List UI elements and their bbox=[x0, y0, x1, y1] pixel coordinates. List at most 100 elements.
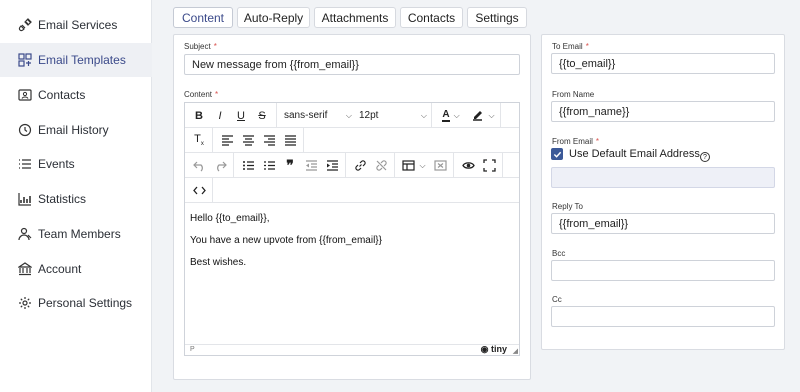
toolbar-divider bbox=[212, 128, 213, 153]
highlighter-icon bbox=[471, 108, 484, 124]
sidebar-item-email-templates[interactable]: Email Templates bbox=[0, 43, 152, 77]
sidebar-item-team-members[interactable]: Team Members bbox=[0, 217, 152, 251]
align-justify-button[interactable] bbox=[282, 131, 298, 150]
table-button[interactable]: ⌵ bbox=[400, 156, 428, 175]
content-paragraph: Hello {{to_email}}, bbox=[190, 213, 270, 224]
tab-auto-reply[interactable]: Auto-Reply bbox=[237, 7, 310, 28]
align-center-button[interactable] bbox=[240, 131, 256, 150]
clear-formatting-button[interactable]: Tx bbox=[191, 131, 207, 150]
toolbar-divider bbox=[394, 153, 395, 178]
sidebar-item-label: Statistics bbox=[38, 192, 87, 206]
plug-icon bbox=[18, 18, 32, 32]
chevron-down-icon: ⌵ bbox=[345, 110, 352, 120]
redo-button[interactable] bbox=[212, 156, 228, 175]
templates-icon bbox=[18, 53, 32, 67]
sidebar-item-account[interactable]: Account bbox=[0, 252, 152, 286]
sidebar-item-email-services[interactable]: Email Services bbox=[0, 8, 152, 42]
help-icon[interactable]: ? bbox=[700, 152, 710, 162]
numbered-list-button[interactable] bbox=[261, 156, 277, 175]
gear-icon bbox=[18, 296, 32, 310]
chevron-down-icon: ⌵ bbox=[488, 110, 495, 120]
text-color-button[interactable]: A ⌵ bbox=[437, 106, 465, 125]
reply-to-label: Reply To bbox=[552, 202, 583, 211]
bold-button[interactable]: B bbox=[191, 106, 207, 125]
to-email-field[interactable]: {{to_email}} bbox=[551, 53, 775, 74]
from-email-field bbox=[551, 167, 775, 188]
unlink-icon bbox=[375, 160, 387, 171]
toolbar-divider bbox=[453, 153, 454, 178]
element-path: P bbox=[190, 346, 195, 353]
font-family-select[interactable]: sans-serif ⌵ bbox=[284, 106, 352, 125]
cc-label: Cc bbox=[552, 295, 562, 304]
numbered-list-icon bbox=[263, 161, 275, 170]
bullet-list-icon bbox=[242, 161, 254, 170]
tab-contacts[interactable]: Contacts bbox=[400, 7, 463, 28]
remove-icon bbox=[433, 160, 447, 171]
eye-icon bbox=[461, 162, 475, 169]
fullscreen-button[interactable] bbox=[481, 156, 497, 175]
fullscreen-icon bbox=[482, 159, 496, 172]
cc-field[interactable] bbox=[551, 306, 775, 327]
editor-statusbar: P ◉ tiny ◢ bbox=[185, 344, 519, 355]
source-code-button[interactable] bbox=[191, 181, 207, 200]
sidebar-item-events[interactable]: Events bbox=[0, 147, 152, 181]
outdent-button[interactable] bbox=[303, 156, 319, 175]
team-icon bbox=[18, 227, 32, 241]
sidebar-item-label: Contacts bbox=[38, 88, 86, 102]
sidebar-item-email-history[interactable]: Email History bbox=[0, 113, 152, 147]
clear-table-button[interactable] bbox=[432, 156, 448, 175]
highlight-color-button[interactable]: ⌵ bbox=[469, 106, 497, 125]
history-icon bbox=[18, 123, 32, 137]
align-center-icon bbox=[242, 135, 254, 146]
check-icon bbox=[553, 151, 561, 158]
toolbar-row: ❞ ⌵ bbox=[185, 153, 519, 178]
toolbar-divider bbox=[276, 103, 277, 128]
settings-panel bbox=[541, 34, 785, 350]
content-label: Content * bbox=[184, 90, 219, 99]
toolbar-divider bbox=[303, 128, 304, 153]
reply-to-field[interactable]: {{from_email}} bbox=[551, 213, 775, 234]
blockquote-button[interactable]: ❞ bbox=[282, 156, 298, 175]
from-name-field[interactable]: {{from_name}} bbox=[551, 101, 775, 122]
font-size-select[interactable]: 12pt ⌵ bbox=[359, 106, 427, 125]
italic-button[interactable]: I bbox=[212, 106, 228, 125]
unlink-button[interactable] bbox=[373, 156, 389, 175]
undo-button[interactable] bbox=[191, 156, 207, 175]
sidebar-item-statistics[interactable]: Statistics bbox=[0, 182, 152, 216]
rich-text-editor: B I U S sans-serif⌵ 12pt⌵ A⌵ ⌵ Tx ❞ ⌵ bbox=[184, 102, 520, 356]
sidebar: Email Services Email Templates Contacts … bbox=[0, 0, 152, 392]
insert-link-button[interactable] bbox=[352, 156, 368, 175]
contacts-icon bbox=[18, 88, 32, 102]
table-icon bbox=[402, 160, 416, 171]
align-left-button[interactable] bbox=[219, 131, 235, 150]
indent-icon bbox=[326, 160, 338, 171]
subject-label: Subject * bbox=[184, 42, 217, 51]
resize-handle-icon[interactable]: ◢ bbox=[513, 347, 518, 355]
chevron-down-icon: ⌵ bbox=[419, 160, 426, 170]
use-default-email-label[interactable]: Use Default Email Address bbox=[569, 148, 700, 160]
sidebar-item-label: Account bbox=[38, 262, 82, 276]
sidebar-item-personal-settings[interactable]: Personal Settings bbox=[0, 286, 152, 320]
to-email-label: To Email * bbox=[552, 42, 589, 51]
bcc-field[interactable] bbox=[551, 260, 775, 281]
tab-content[interactable]: Content bbox=[173, 7, 233, 28]
toolbar-divider bbox=[500, 103, 501, 128]
toolbar-divider bbox=[431, 103, 432, 128]
strikethrough-button[interactable]: S bbox=[254, 106, 270, 125]
tab-attachments[interactable]: Attachments bbox=[314, 7, 396, 28]
subject-input[interactable]: New message from {{from_email}} bbox=[184, 54, 520, 75]
chart-icon bbox=[18, 192, 32, 206]
bank-icon bbox=[18, 262, 32, 276]
bullet-list-button[interactable] bbox=[240, 156, 256, 175]
indent-button[interactable] bbox=[324, 156, 340, 175]
bcc-label: Bcc bbox=[552, 249, 566, 258]
sidebar-item-contacts[interactable]: Contacts bbox=[0, 78, 152, 112]
editor-content[interactable]: Hello {{to_email}}, You have a new upvot… bbox=[185, 204, 519, 346]
preview-button[interactable] bbox=[460, 156, 476, 175]
use-default-email-checkbox[interactable] bbox=[551, 148, 563, 160]
underline-button[interactable]: U bbox=[233, 106, 249, 125]
sidebar-item-label: Personal Settings bbox=[38, 296, 133, 310]
sidebar-item-label: Email Templates bbox=[38, 53, 126, 67]
tab-settings[interactable]: Settings bbox=[467, 7, 527, 28]
align-right-button[interactable] bbox=[261, 131, 277, 150]
